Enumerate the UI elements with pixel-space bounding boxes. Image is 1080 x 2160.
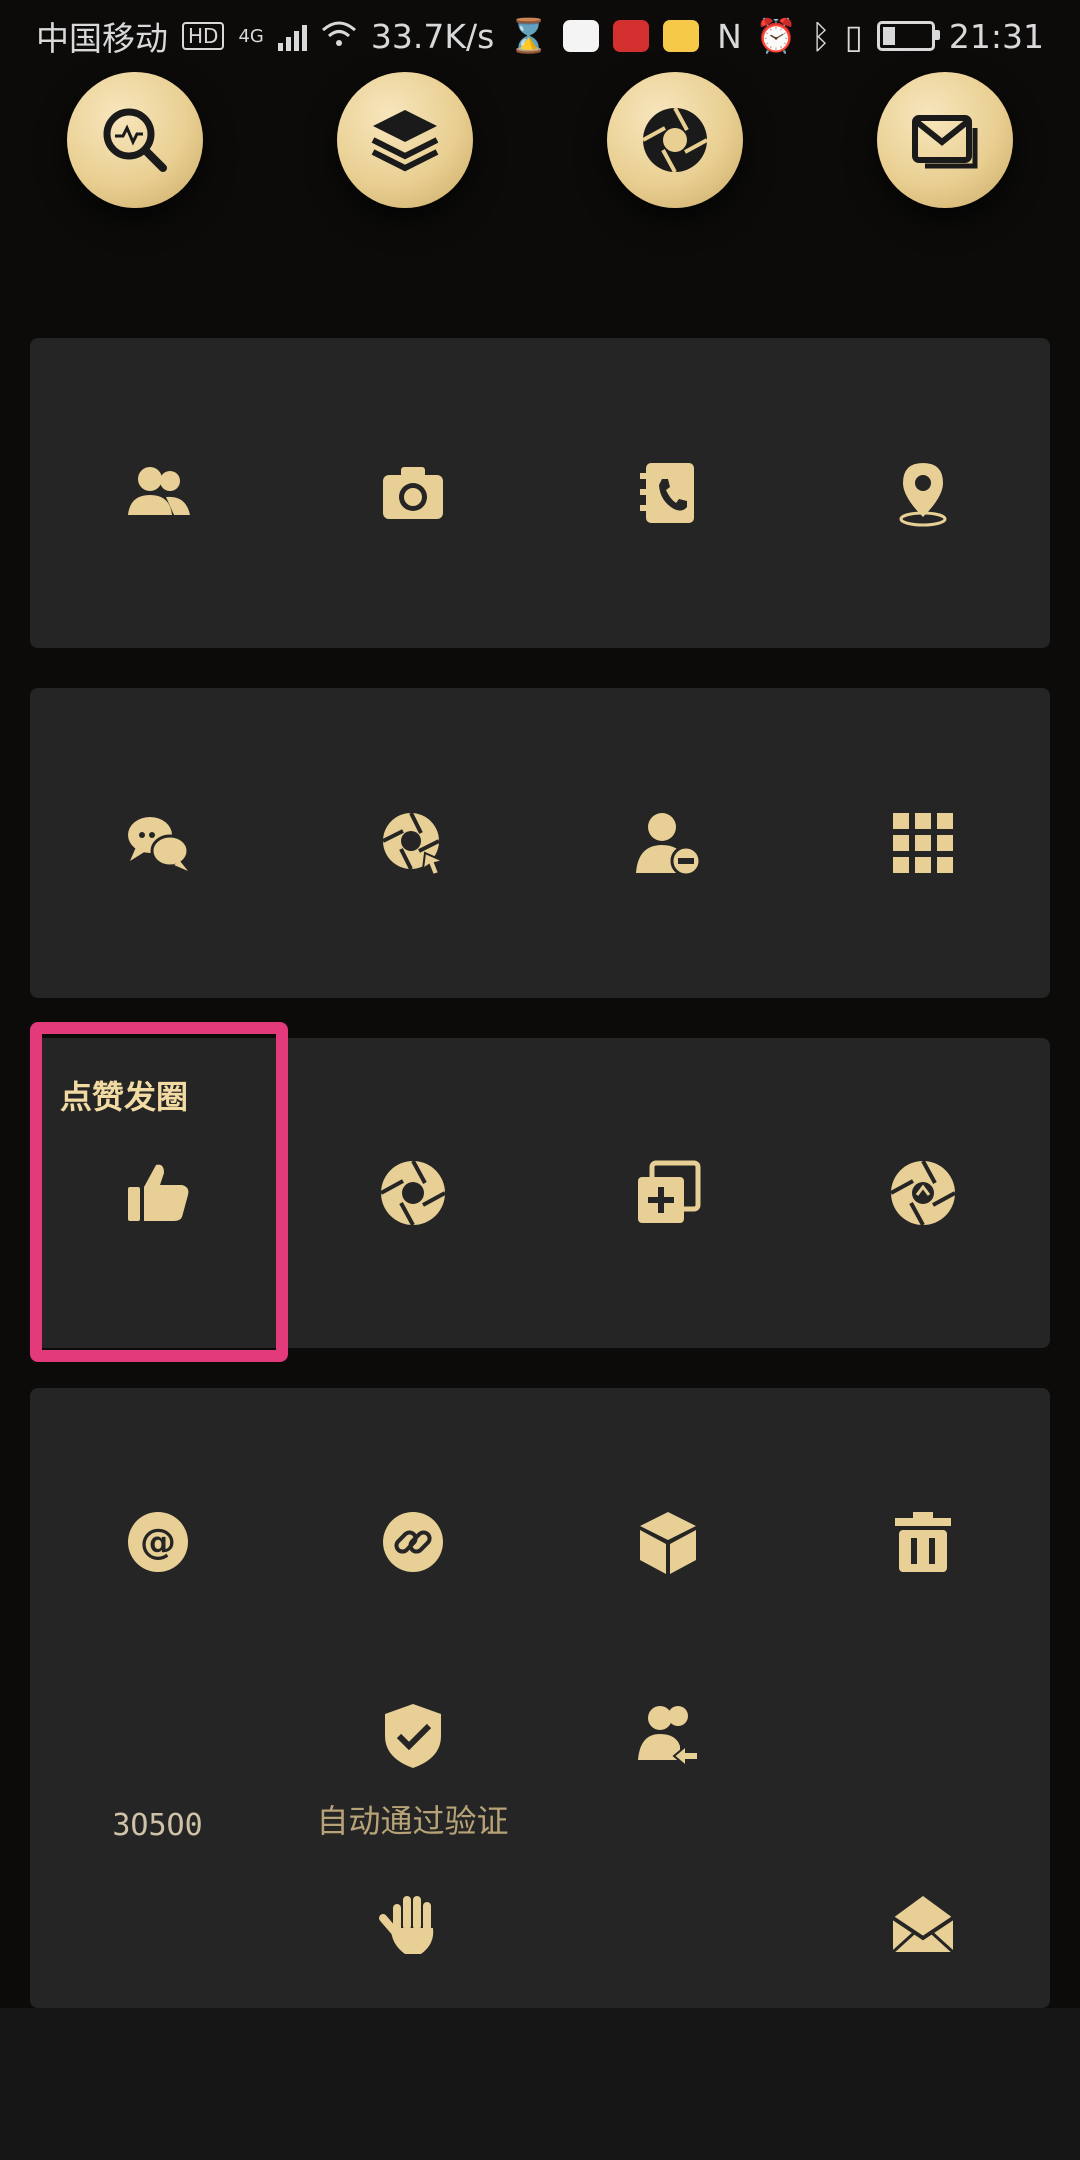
phone-book-icon	[628, 453, 708, 533]
search-chart-icon[interactable]	[67, 72, 203, 208]
open-mail-icon	[891, 1896, 954, 1954]
layers-icon[interactable]	[337, 72, 473, 208]
box-item[interactable]	[540, 1506, 795, 1578]
user-arrow-icon	[637, 1706, 699, 1769]
clock-time: 21:31	[948, 16, 1044, 56]
link-icon	[382, 1512, 443, 1572]
auto-verify-label: 自动通过验证	[316, 1802, 509, 1840]
network-speed: 33.7K/s	[370, 16, 495, 56]
user-minus-icon	[628, 803, 708, 883]
open-mail-item[interactable]	[795, 1888, 1050, 1960]
signal-icon	[277, 21, 307, 51]
hourglass-icon: ⌛	[508, 16, 550, 55]
aperture-item[interactable]	[285, 1038, 540, 1348]
box-icon	[639, 1512, 696, 1574]
panel-tools: @ 自动通过验证 3O5O0	[30, 1388, 1050, 2008]
duplicate-add-item[interactable]	[540, 1038, 795, 1348]
nfc-icon: N	[717, 16, 742, 56]
aperture-share-item[interactable]	[795, 1038, 1050, 1348]
mail-icon[interactable]	[877, 72, 1013, 208]
user-arrow-item[interactable]	[540, 1700, 795, 1772]
side-text: 3O5O0	[112, 1808, 203, 1843]
app-notification-icon	[563, 20, 600, 52]
link-item[interactable]	[285, 1506, 540, 1578]
trash-icon	[894, 1512, 951, 1572]
hand-icon	[378, 1896, 433, 1954]
panel-chat	[30, 688, 1050, 998]
status-bar: 中国移动 HD 4G 33.7K/s ⌛ N ⏰ ᛒ ▯ 21:31	[0, 0, 1080, 72]
side-text-item: 3O5O0	[30, 1808, 285, 1843]
grid-icon	[883, 803, 963, 883]
bluetooth-icon: ᛒ	[810, 16, 831, 56]
vibrate-icon: ▯	[844, 16, 863, 56]
at-item[interactable]: @	[30, 1506, 285, 1578]
hand-item[interactable]	[285, 1888, 540, 1960]
chat-item[interactable]	[30, 688, 285, 998]
location-item[interactable]	[795, 338, 1050, 648]
aperture-share-icon	[883, 1153, 963, 1233]
aperture-icon[interactable]	[607, 72, 743, 208]
user-minus-item[interactable]	[540, 688, 795, 998]
contacts-group-item[interactable]	[30, 338, 285, 648]
alarm-icon: ⏰	[755, 16, 797, 55]
trash-item[interactable]	[795, 1506, 1050, 1578]
chat-bubbles-icon	[118, 803, 198, 883]
carrier-name: 中国移动	[36, 19, 168, 58]
aperture-icon	[373, 1153, 453, 1233]
location-pin-icon	[883, 453, 963, 533]
hd-badge: HD	[182, 22, 225, 50]
svg-text:@: @	[140, 1522, 176, 1563]
network-type: 4G	[238, 25, 264, 47]
aperture-cursor-item[interactable]	[285, 688, 540, 998]
contacts-group-icon	[118, 453, 198, 533]
panel-title-like-moments: 点赞发圈	[60, 1078, 189, 1116]
weibo-icon	[663, 20, 700, 52]
at-icon: @	[127, 1512, 188, 1572]
phone-book-item[interactable]	[540, 338, 795, 648]
grid-item[interactable]	[795, 688, 1050, 998]
shopping-app-icon	[613, 20, 650, 52]
camera-item[interactable]	[285, 338, 540, 648]
status-left: 中国移动 HD 4G 33.7K/s ⌛	[36, 12, 700, 60]
camera-icon	[373, 453, 453, 533]
auto-verify-item[interactable]: 自动通过验证	[285, 1700, 540, 1842]
battery-icon	[876, 21, 940, 51]
shield-check-icon	[384, 1704, 441, 1768]
wifi-icon	[321, 17, 357, 56]
aperture-cursor-icon	[373, 803, 453, 883]
duplicate-add-icon	[628, 1153, 708, 1233]
status-right: N ⏰ ᛒ ▯ 21:31	[717, 16, 1044, 56]
panel-contacts	[30, 338, 1050, 648]
bottom-bar	[0, 2008, 1080, 2160]
